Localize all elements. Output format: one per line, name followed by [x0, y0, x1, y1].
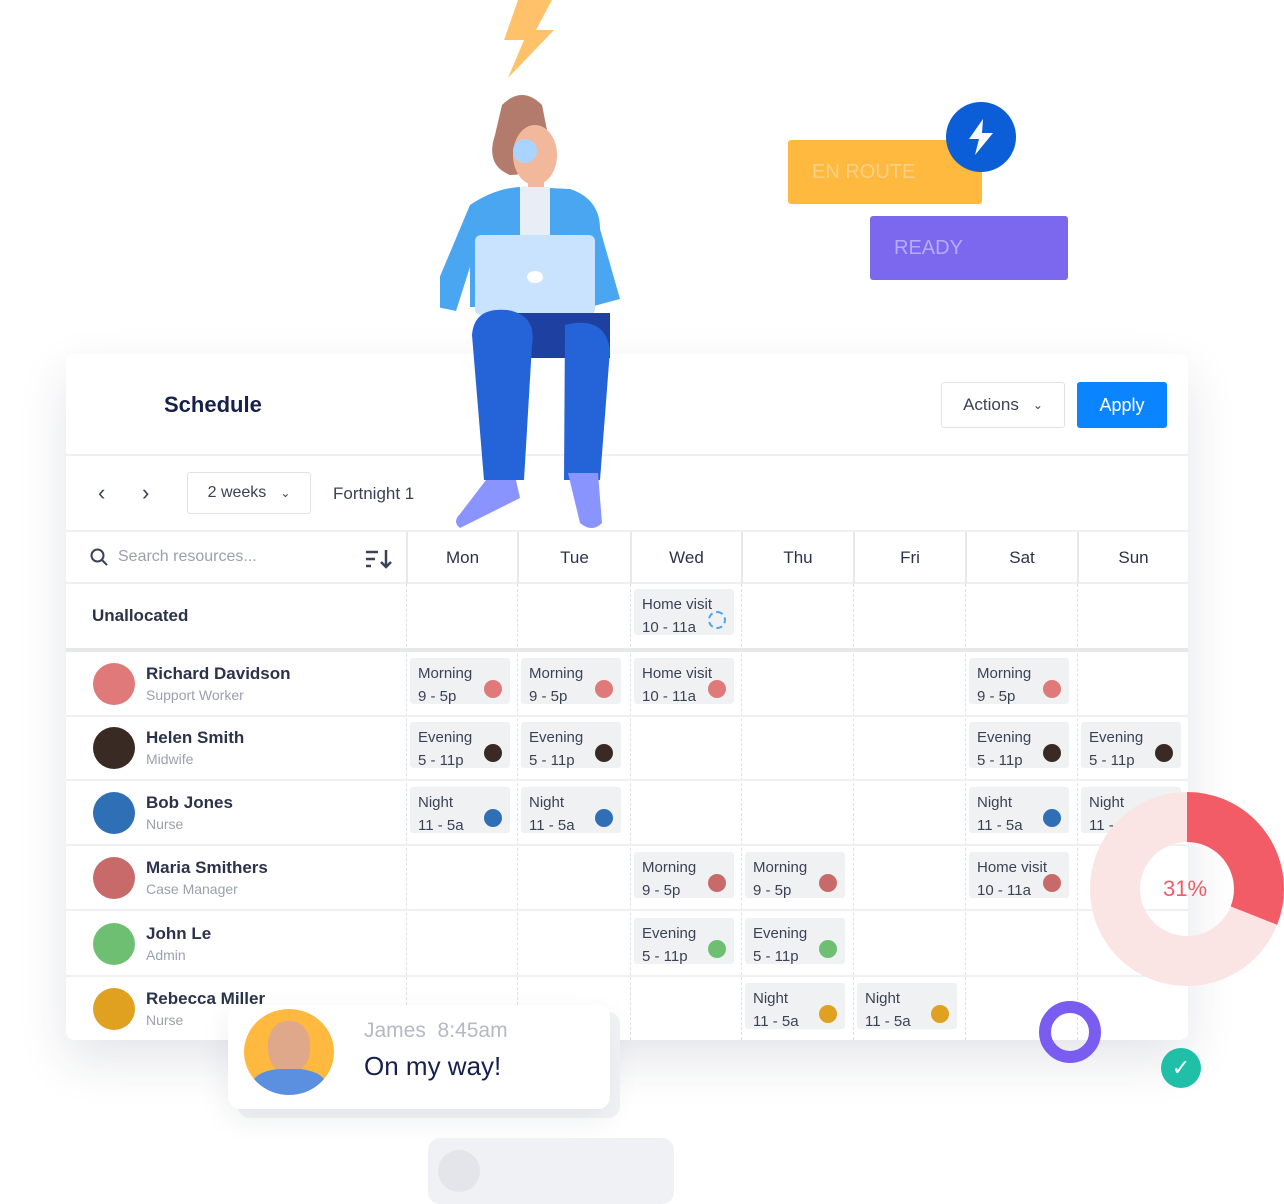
range-select[interactable]: 2 weeks ⌄ — [187, 472, 311, 514]
assignee-avatar — [1043, 680, 1061, 698]
next-arrow-icon[interactable]: › — [142, 480, 149, 506]
day-header-sun[interactable]: Sun — [1077, 532, 1188, 584]
shift-card[interactable]: Evening 5 - 11p — [634, 918, 734, 965]
assignee-avatar — [484, 744, 502, 762]
resource-name[interactable]: Maria Smithers — [146, 858, 268, 878]
assignee-avatar — [708, 680, 726, 698]
prev-arrow-icon[interactable]: ‹ — [98, 480, 105, 506]
avatar — [93, 663, 135, 705]
shift-card[interactable]: Evening 5 - 11p — [521, 722, 621, 769]
shift-card[interactable]: Home visit 10 - 11a — [634, 589, 734, 636]
typing-placeholder — [428, 1138, 674, 1204]
shift-card[interactable]: Evening 5 - 11p — [410, 722, 510, 769]
resource-name[interactable]: Helen Smith — [146, 728, 244, 748]
assignee-avatar — [708, 874, 726, 892]
sort-icon[interactable] — [366, 549, 392, 569]
resource-name[interactable]: John Le — [146, 924, 211, 944]
assignee-avatar — [708, 940, 726, 958]
resource-role: Nurse — [146, 816, 184, 832]
avatar — [93, 923, 135, 965]
period-label: Fortnight 1 — [333, 484, 415, 503]
resource-role: Case Manager — [146, 881, 238, 897]
unassigned-icon — [708, 611, 726, 629]
donut-percent-label: 31% — [1162, 876, 1208, 901]
resource-role: Admin — [146, 947, 186, 963]
shift-card[interactable]: Morning 9 - 5p — [969, 658, 1069, 705]
shift-card[interactable]: Night 11 - 5a — [969, 787, 1069, 834]
sender-avatar — [244, 1009, 334, 1095]
check-icon: ✓ — [1161, 1048, 1201, 1088]
chat-sender: James — [364, 1019, 426, 1042]
day-header-wed[interactable]: Wed — [630, 532, 741, 584]
shift-card[interactable]: Night 11 - 5a — [521, 787, 621, 834]
bolt-icon — [946, 102, 1016, 172]
chevron-down-icon: ⌄ — [1032, 398, 1043, 412]
resource-row — [66, 912, 1188, 977]
shift-card[interactable]: Morning 9 - 5p — [410, 658, 510, 705]
ring-decoration — [1039, 1001, 1101, 1063]
assignee-avatar — [931, 1005, 949, 1023]
shift-card[interactable]: Morning 9 - 5p — [745, 852, 845, 899]
assignee-avatar — [819, 874, 837, 892]
person-illustration — [440, 95, 620, 528]
assignee-avatar — [1043, 874, 1061, 892]
assignee-avatar — [819, 940, 837, 958]
day-header-tue[interactable]: Tue — [517, 532, 630, 584]
avatar — [93, 792, 135, 834]
range-value: 2 weeks — [207, 484, 267, 501]
day-header-fri[interactable]: Fri — [853, 532, 965, 584]
search-icon — [90, 548, 108, 566]
lightning-icon — [504, 0, 554, 78]
assignee-avatar — [484, 809, 502, 827]
shift-card[interactable]: Morning 9 - 5p — [634, 852, 734, 899]
search-input[interactable]: Search resources... — [90, 548, 257, 566]
shift-card[interactable]: Night 11 - 5a — [857, 983, 957, 1030]
assignee-avatar — [595, 744, 613, 762]
shift-card[interactable]: Night 11 - 5a — [745, 983, 845, 1030]
page-title: Schedule — [164, 392, 262, 417]
shift-card[interactable]: Morning 9 - 5p — [521, 658, 621, 705]
resource-name[interactable]: Richard Davidson — [146, 664, 291, 684]
assignee-avatar — [484, 680, 502, 698]
avatar — [93, 727, 135, 769]
assignee-avatar — [1043, 744, 1061, 762]
shift-card[interactable]: Home visit 10 - 11a — [634, 658, 734, 705]
shift-card[interactable]: Night 11 - 5a — [410, 787, 510, 834]
chat-message: James 8:45am On my way! — [228, 1005, 610, 1109]
assignee-avatar — [1155, 744, 1173, 762]
actions-label: Actions — [963, 395, 1019, 414]
day-header-mon[interactable]: Mon — [406, 532, 517, 584]
chevron-down-icon: ⌄ — [280, 486, 291, 500]
resource-role: Support Worker — [146, 687, 244, 703]
avatar — [93, 857, 135, 899]
shift-card[interactable]: Evening 5 - 11p — [745, 918, 845, 965]
actions-dropdown[interactable]: Actions ⌄ — [941, 382, 1065, 428]
apply-button[interactable]: Apply — [1077, 382, 1167, 428]
assignee-avatar — [595, 680, 613, 698]
chat-text: On my way! — [364, 1051, 502, 1081]
shift-card[interactable]: Home visit 10 - 11a — [969, 852, 1069, 899]
resource-role: Midwife — [146, 751, 194, 767]
resource-name[interactable]: Bob Jones — [146, 793, 233, 813]
assignee-avatar — [1043, 809, 1061, 827]
avatar — [93, 988, 135, 1030]
day-header-sat[interactable]: Sat — [965, 532, 1077, 584]
assignee-avatar — [595, 809, 613, 827]
unallocated-label: Unallocated — [92, 606, 189, 625]
search-placeholder: Search resources... — [118, 548, 257, 565]
day-header-thu[interactable]: Thu — [741, 532, 853, 584]
shift-card[interactable]: Evening 5 - 11p — [1081, 722, 1181, 769]
shift-card[interactable]: Evening 5 - 11p — [969, 722, 1069, 769]
chat-time: 8:45am — [437, 1019, 508, 1042]
assignee-avatar — [819, 1005, 837, 1023]
ready-badge: READY — [870, 216, 1068, 280]
resource-role: Nurse — [146, 1012, 184, 1028]
